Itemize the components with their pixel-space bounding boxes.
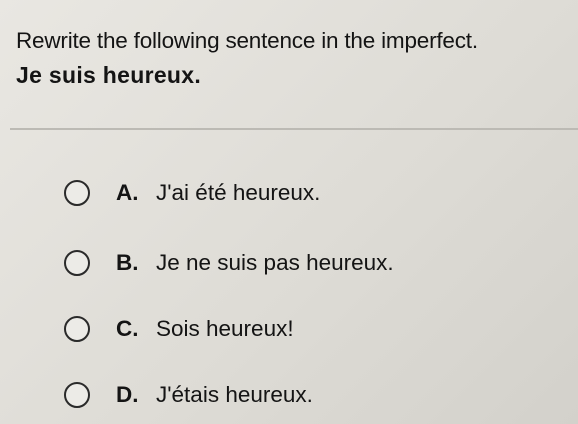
option-c[interactable]: C. Sois heureux! [64, 312, 294, 346]
option-d[interactable]: D. J'étais heureux. [64, 378, 313, 412]
option-b[interactable]: B. Je ne suis pas heureux. [64, 246, 394, 280]
option-a[interactable]: A. J'ai été heureux. [64, 176, 320, 210]
option-c-letter: C. [116, 316, 139, 341]
radio-button-d[interactable] [64, 382, 90, 408]
option-d-letter: D. [116, 382, 139, 407]
radio-button-c[interactable] [64, 316, 90, 342]
radio-button-a[interactable] [64, 180, 90, 206]
option-b-text: Je ne suis pas heureux. [156, 250, 394, 275]
option-c-text: Sois heureux! [156, 316, 294, 341]
option-b-letter: B. [116, 250, 139, 275]
radio-button-b[interactable] [64, 250, 90, 276]
option-d-text: J'étais heureux. [156, 382, 313, 407]
answer-options: A. J'ai été heureux. B. Je ne suis pas h… [0, 0, 578, 424]
option-a-text: J'ai été heureux. [156, 180, 321, 205]
option-a-letter: A. [116, 180, 139, 205]
